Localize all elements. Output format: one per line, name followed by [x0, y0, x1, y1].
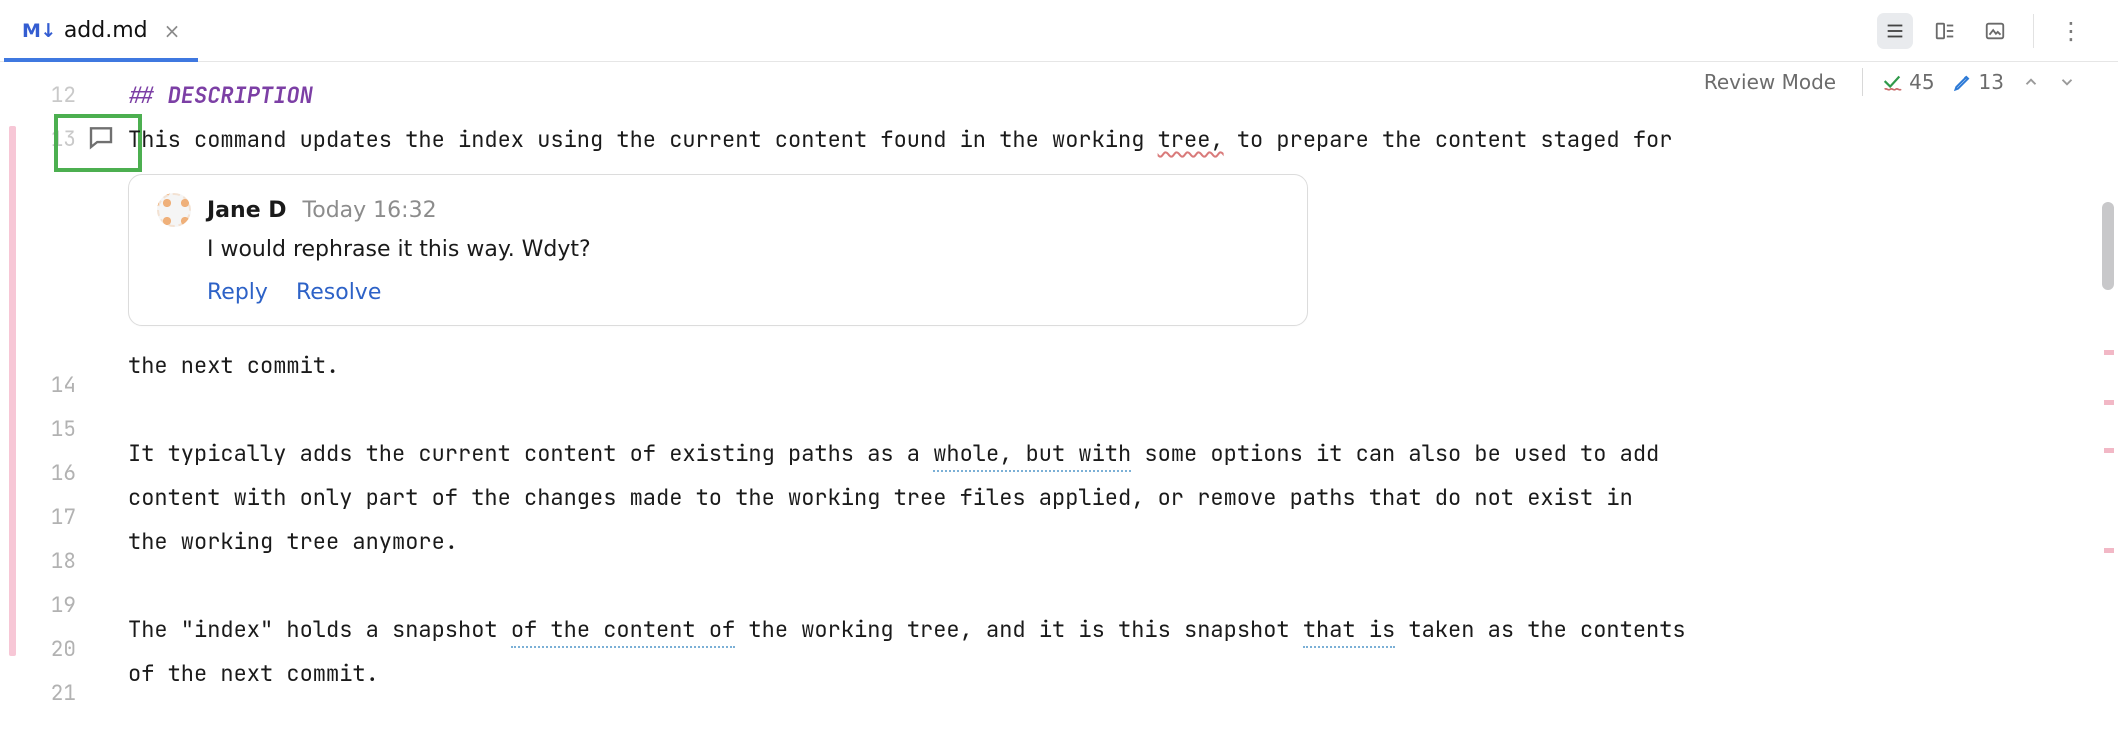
minimap-change-marker: [2104, 548, 2114, 553]
code-line: [128, 388, 2074, 432]
markdown-icon: M↓: [22, 20, 56, 42]
comment-gutter-icon[interactable]: [86, 122, 116, 152]
comment-body-text: I would rephrase it this way. Wdyt?: [207, 237, 1279, 262]
minimap-change-marker: [2104, 400, 2114, 405]
line-number: 21: [0, 672, 128, 716]
line-number: 18: [0, 540, 128, 584]
comment-timestamp: Today 16:32: [303, 198, 437, 223]
line-number: 16: [0, 452, 128, 496]
code-line: This command updates the index using the…: [128, 118, 2074, 162]
reply-button[interactable]: Reply: [207, 280, 268, 305]
comment-author: Jane D: [207, 198, 287, 223]
code-line: It typically adds the current content of…: [128, 432, 2074, 476]
minimap-change-marker: [2104, 448, 2114, 453]
line-number-gutter: 12 13 14 15 16 17 18 19 20 21: [0, 62, 128, 730]
more-actions-button[interactable]: ⋮: [2054, 13, 2090, 49]
avatar: [157, 193, 191, 227]
minimap-scrollbar[interactable]: [2084, 70, 2118, 730]
file-tab-add-md[interactable]: M↓ add.md ×: [4, 0, 198, 61]
tab-filename: add.md: [64, 18, 148, 43]
editor-area: 12 13 14 15 16 17 18 19 20 21 ## DESCRIP…: [0, 62, 2118, 730]
code-line: ## DESCRIPTION: [128, 74, 2074, 118]
line-number: 15: [0, 408, 128, 452]
code-line: the working tree anymore.: [128, 520, 2074, 564]
view-preview-button[interactable]: [1977, 13, 2013, 49]
view-split-button[interactable]: [1927, 13, 1963, 49]
line-number: 17: [0, 496, 128, 540]
editor-tabbar: M↓ add.md × ⋮: [0, 0, 2118, 62]
resolve-button[interactable]: Resolve: [296, 280, 381, 305]
code-line: The "index" holds a snapshot of the cont…: [128, 608, 2074, 652]
line-number: 20: [0, 628, 128, 672]
scrollbar-thumb[interactable]: [2102, 202, 2114, 290]
view-editor-button[interactable]: [1877, 13, 1913, 49]
code-line: of the next commit.: [128, 652, 2074, 696]
tabbar-actions: ⋮: [1877, 0, 2108, 61]
code-line: the next commit.: [128, 344, 2074, 388]
inline-comment-card: Jane D Today 16:32 I would rephrase it t…: [128, 174, 1308, 326]
line-number: 19: [0, 584, 128, 628]
code-line: content with only part of the changes ma…: [128, 476, 2074, 520]
line-number: 14: [0, 364, 128, 408]
close-tab-icon[interactable]: ×: [164, 19, 181, 43]
minimap-change-marker: [2104, 350, 2114, 355]
kebab-icon: ⋮: [2059, 17, 2085, 45]
line-number: 12: [0, 74, 128, 118]
code-body[interactable]: ## DESCRIPTION This command updates the …: [128, 62, 2118, 730]
code-line: [128, 564, 2074, 608]
